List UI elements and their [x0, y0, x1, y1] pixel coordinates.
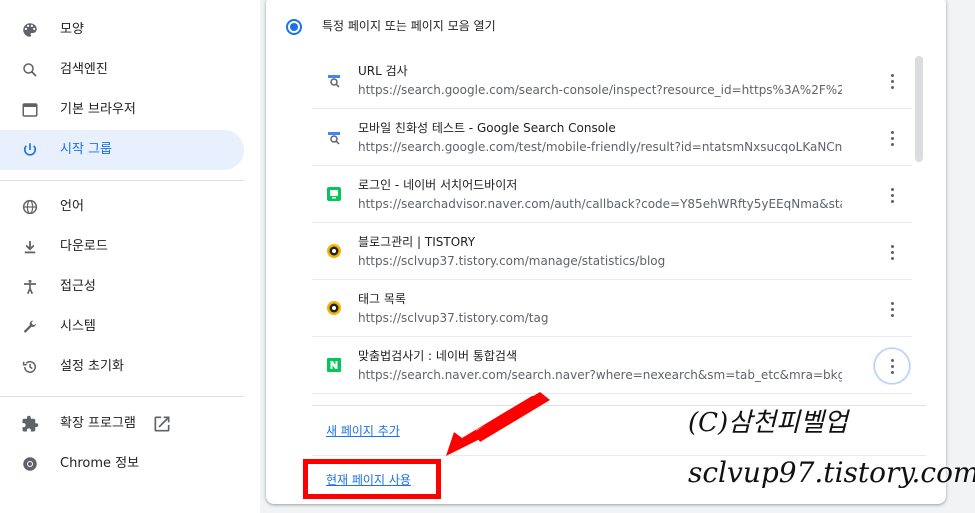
- search-console-icon: [326, 129, 342, 145]
- puzzle-icon: [20, 414, 40, 434]
- startup-page-row: URL 검사 https://search.google.com/search-…: [312, 52, 912, 109]
- naver-searchadvisor-icon: [326, 186, 342, 202]
- more-vert-icon: [890, 358, 894, 374]
- accessibility-icon: [20, 277, 40, 297]
- sidebar-item-on-startup[interactable]: 시작 그룹: [0, 130, 244, 170]
- startup-page-row: 로그인 - 네이버 서치어드바이저 https://searchadvisor.…: [312, 166, 912, 223]
- more-actions-button[interactable]: [874, 348, 910, 384]
- sidebar-item-system[interactable]: 시스템: [0, 307, 244, 347]
- sidebar-item-accessibility[interactable]: 접근성: [0, 267, 244, 307]
- page-url: https://search.naver.com/search.naver?wh…: [358, 368, 842, 382]
- add-new-page-link[interactable]: 새 페이지 추가: [326, 423, 400, 439]
- more-actions-button[interactable]: [874, 177, 910, 213]
- more-vert-icon: [890, 244, 894, 260]
- more-actions-button[interactable]: [874, 291, 910, 327]
- open-specific-pages-label: 특정 페이지 또는 페이지 모음 열기: [322, 19, 496, 33]
- more-vert-icon: [890, 187, 894, 203]
- settings-sidebar: 모양 검색엔진 기본 브라우저 시작 그룹 언어 다운로드 접근성 시스템 설정…: [0, 0, 260, 513]
- sidebar-item-label: 설정 초기화: [60, 359, 124, 374]
- sidebar-item-label: 기본 브라우저: [60, 102, 136, 117]
- red-arrow-icon: [446, 392, 550, 456]
- watermark-line1: (C)삼천피벨업: [688, 408, 848, 438]
- sidebar-item-downloads[interactable]: 다운로드: [0, 227, 244, 267]
- tistory-icon: [326, 243, 342, 259]
- red-highlight-box: [303, 459, 441, 499]
- sidebar-item-search-engine[interactable]: 검색엔진: [0, 50, 244, 90]
- more-vert-icon: [890, 130, 894, 146]
- sidebar-item-label: 모양: [60, 22, 84, 37]
- sidebar-item-reset-settings[interactable]: 설정 초기화: [0, 347, 244, 387]
- page-title: URL 검사: [358, 64, 408, 78]
- sidebar-divider: [0, 396, 244, 397]
- download-icon: [20, 237, 40, 257]
- sidebar-item-label: 시스템: [60, 319, 96, 334]
- startup-page-row: 블로그관리 | TISTORY https://sclvup37.tistory…: [312, 223, 912, 280]
- more-vert-icon: [890, 301, 894, 317]
- globe-icon: [20, 197, 40, 217]
- list-scrollbar-thumb[interactable]: [915, 56, 923, 162]
- page-url: https://sclvup37.tistory.com/manage/stat…: [358, 254, 666, 268]
- page-url: https://search.google.com/test/mobile-fr…: [358, 140, 842, 154]
- more-actions-button[interactable]: [874, 63, 910, 99]
- sidebar-item-label: 검색엔진: [60, 62, 108, 77]
- open-in-new-icon[interactable]: [152, 414, 172, 434]
- power-icon: [20, 140, 40, 160]
- sidebar-divider: [0, 180, 244, 181]
- sidebar-item-extensions[interactable]: 확장 프로그램: [0, 404, 244, 444]
- browser-window-icon: [20, 100, 40, 120]
- watermark-line2: sclvup97.tistory.com: [688, 456, 975, 489]
- page-title: 태그 목록: [358, 292, 406, 306]
- chrome-icon: [20, 454, 40, 474]
- page-url: https://sclvup37.tistory.com/tag: [358, 311, 549, 325]
- history-icon: [20, 357, 40, 377]
- sidebar-item-default-browser[interactable]: 기본 브라우저: [0, 90, 244, 130]
- sidebar-item-appearance[interactable]: 모양: [0, 10, 244, 50]
- search-icon: [20, 60, 40, 80]
- sidebar-item-label: 확장 프로그램: [60, 416, 136, 431]
- page-title: 블로그관리 | TISTORY: [358, 235, 476, 249]
- startup-page-row: 모바일 친화성 테스트 - Google Search Console http…: [312, 109, 912, 166]
- sidebar-item-label: 언어: [60, 199, 84, 214]
- sidebar-item-about-chrome[interactable]: Chrome 정보: [0, 444, 244, 484]
- startup-page-row: 태그 목록 https://sclvup37.tistory.com/tag: [312, 280, 912, 337]
- naver-icon: [326, 357, 342, 373]
- startup-page-row: 맞춤법검사기 : 네이버 통합검색 https://search.naver.c…: [312, 337, 912, 394]
- tistory-icon: [326, 300, 342, 316]
- open-specific-pages-radio[interactable]: [286, 19, 302, 35]
- search-console-icon: [326, 72, 342, 88]
- sidebar-item-label: Chrome 정보: [60, 456, 140, 471]
- sidebar-item-label: 접근성: [60, 279, 96, 294]
- page-url: https://searchadvisor.naver.com/auth/cal…: [358, 197, 842, 211]
- page-title: 맞춤법검사기 : 네이버 통합검색: [358, 349, 518, 363]
- sidebar-item-label: 시작 그룹: [60, 142, 112, 157]
- wrench-icon: [20, 317, 40, 337]
- more-vert-icon: [890, 73, 894, 89]
- sidebar-item-label: 다운로드: [60, 239, 108, 254]
- more-actions-button[interactable]: [874, 234, 910, 270]
- sidebar-item-languages[interactable]: 언어: [0, 187, 244, 227]
- page-url: https://search.google.com/search-console…: [358, 83, 842, 97]
- more-actions-button[interactable]: [874, 120, 910, 156]
- page-title: 모바일 친화성 테스트 - Google Search Console: [358, 121, 616, 135]
- startup-pages-list: URL 검사 https://search.google.com/search-…: [312, 52, 926, 406]
- page-title: 로그인 - 네이버 서치어드바이저: [358, 178, 518, 192]
- palette-icon: [20, 20, 40, 40]
